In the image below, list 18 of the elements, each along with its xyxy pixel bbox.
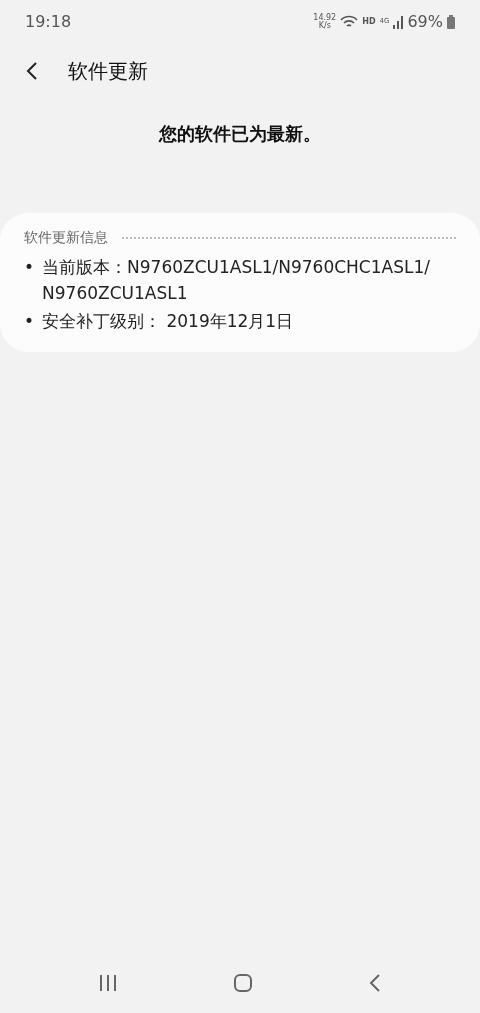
battery-icon [447, 15, 455, 29]
signal-icon [393, 15, 404, 29]
back-nav-icon[interactable] [369, 974, 382, 992]
recents-icon[interactable] [98, 975, 117, 991]
card-title: 软件更新信息 [24, 228, 108, 247]
bullet-mark: • [24, 256, 35, 279]
wifi-icon [340, 15, 359, 29]
hd-label: HD [362, 16, 376, 28]
page-title: 软件更新 [68, 58, 148, 85]
battery-percent: 69% [407, 11, 443, 33]
net-speed-unit: K/s [318, 22, 331, 30]
home-icon[interactable] [234, 974, 252, 992]
bullet-mark: • [24, 310, 35, 333]
info-text: 安全补丁级别： 2019年12月1日 [42, 310, 294, 333]
status-time: 19:18 [25, 11, 72, 33]
status-message: 您的软件已为最新。 [159, 122, 321, 146]
net-speed-value: 14.92 [313, 14, 337, 22]
info-text: 当前版本：N9760ZCU1ASL1/N9760CHC1ASL1/ N9760ZCU1ASL1 [42, 256, 431, 305]
